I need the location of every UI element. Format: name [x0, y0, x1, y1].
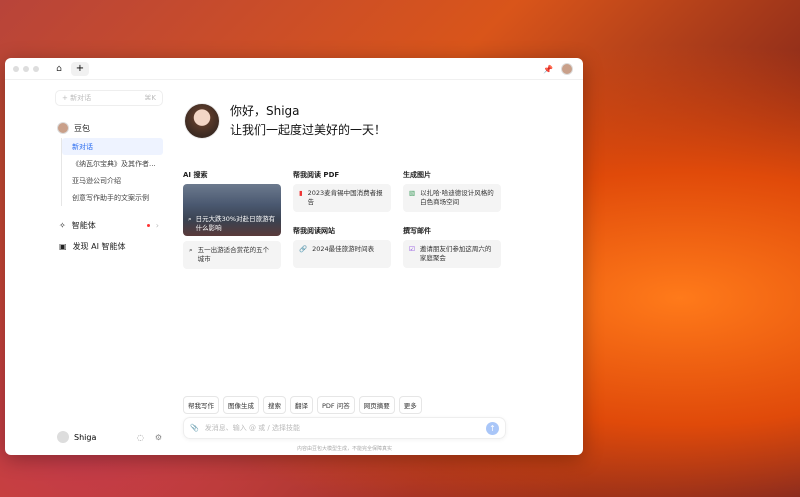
chat-icon[interactable]: ◌	[137, 433, 144, 442]
pdf-section: 帮我阅读 PDF ▮ 2023麦肯锡中国消费者报告 帮我阅读网站 🔗 2024最佳旅…	[293, 170, 391, 268]
tool-image-gen[interactable]: 图像生成	[223, 396, 259, 414]
skill-toolbar: 帮我写作 图像生成 搜索 翻译 PDF 问答 网页摘要 更多	[183, 396, 422, 414]
section-title: AI 搜索	[183, 171, 208, 179]
nav-agents[interactable]: ✧ 智能体 ›	[59, 220, 159, 231]
history-list: 新对话 《纳瓦尔宝典》及其作者... 亚马逊公司介绍 创意写作助手的文案示例	[61, 138, 163, 206]
sparkle-icon: ✧	[59, 221, 66, 230]
section-title: 撰写邮件	[403, 227, 431, 235]
tool-pdf-qa[interactable]: PDF 问答	[317, 396, 355, 414]
tool-search[interactable]: 搜索	[263, 396, 286, 414]
sidebar: + 新对话 ⌘K 豆包 新对话 《纳瓦尔宝典》及其作者... 亚马逊公司介绍 创意…	[5, 80, 170, 455]
suggestion-card[interactable]: 🔗 2024最佳旅游时间表	[293, 240, 391, 268]
card-text: 日元大跌30%对赴日旅游有什么影响	[195, 215, 276, 232]
image-icon: ▧	[409, 189, 416, 197]
store-icon: ▣	[59, 242, 67, 251]
image-section: 生成图片 ▧ 以扎哈·哈迪德设计风格的白色商场空间 撰写邮件 ☑ 邀请朋友们参加这周…	[403, 170, 501, 268]
send-button[interactable]: ↑	[486, 421, 499, 435]
new-chat-button[interactable]: + 新对话 ⌘K	[55, 90, 163, 106]
maximize-dot[interactable]	[33, 65, 39, 72]
card-text: 五一出游适合赏花的五个城市	[197, 246, 270, 263]
tool-web-summary[interactable]: 网页摘要	[358, 396, 395, 414]
greeting: 你好，Shiga 让我们一起度过美好的一天！	[184, 102, 386, 140]
suggestion-card[interactable]: ☑ 邀请朋友们参加这周六的家庭聚会	[403, 240, 501, 268]
bot-doubao[interactable]: 豆包	[57, 122, 90, 134]
attachment-icon[interactable]: 📎	[190, 424, 199, 432]
suggestion-card[interactable]: ▮ 2023麦肯锡中国消费者报告	[293, 184, 391, 212]
chevron-right-icon: ›	[155, 221, 159, 230]
minimize-dot[interactable]	[23, 65, 29, 72]
message-input[interactable]: 📎 发消息、输入 @ 或 / 选择技能 ↑	[183, 417, 506, 439]
suggestion-image-card[interactable]: ⌕ 日元大跌30%对赴日旅游有什么影响	[183, 184, 281, 236]
pdf-icon: ▮	[299, 189, 303, 197]
input-placeholder: 发消息、输入 @ 或 / 选择技能	[204, 424, 300, 432]
suggestion-card[interactable]: ▧ 以扎哈·哈迪德设计风格的白色商场空间	[403, 184, 501, 212]
main-content: 你好，Shiga 让我们一起度过美好的一天！ AI 搜索 ⌕ 日元大跌30%对赴日旅…	[170, 80, 583, 455]
search-icon: ⌕	[189, 246, 193, 254]
link-icon: 🔗	[299, 245, 308, 253]
section-title: 生成图片	[403, 171, 431, 179]
greeting-subtitle: 让我们一起度过美好的一天！	[230, 123, 387, 137]
app-window: ⌂ + 📌 + 新对话 ⌘K 豆包 新对话 《纳瓦尔宝典》及其作者... 亚马逊公…	[5, 58, 583, 455]
tool-more[interactable]: 更多	[398, 396, 422, 414]
user-name: Shiga	[74, 432, 97, 442]
new-tab-button[interactable]: +	[71, 61, 89, 76]
bot-large-avatar	[184, 103, 220, 139]
close-dot[interactable]	[13, 65, 19, 72]
history-item[interactable]: 亚马逊公司介绍	[62, 172, 163, 189]
home-icon[interactable]: ⌂	[51, 64, 67, 74]
section-title: 帮我阅读 PDF	[293, 171, 340, 179]
card-text: 以扎哈·哈迪德设计风格的白色商场空间	[420, 189, 494, 206]
edit-icon: ☑	[409, 245, 415, 253]
pin-icon[interactable]: 📌	[543, 65, 553, 74]
user-profile[interactable]: Shiga ◌ ⚙	[57, 431, 162, 443]
history-item[interactable]: 《纳瓦尔宝典》及其作者...	[62, 155, 163, 172]
bot-name: 豆包	[74, 123, 90, 133]
section-title: 帮我阅读网站	[293, 227, 335, 235]
tool-write[interactable]: 帮我写作	[183, 396, 219, 414]
titlebar: ⌂ + 📌	[5, 58, 583, 80]
gear-icon[interactable]: ⚙	[155, 433, 162, 442]
card-text: 2023麦肯锡中国消费者报告	[307, 189, 383, 206]
shortcut-hint: ⌘K	[144, 94, 156, 102]
search-icon: ⌕	[188, 215, 192, 223]
new-chat-label: 新对话	[70, 94, 92, 102]
greeting-title: 你好，Shiga	[230, 104, 300, 118]
agents-label: 智能体	[71, 221, 96, 230]
history-item[interactable]: 新对话	[62, 138, 163, 155]
card-text: 2024最佳旅游时间表	[312, 245, 375, 253]
card-text: 邀请朋友们参加这周六的家庭聚会	[419, 245, 492, 262]
disclaimer: 内容由豆包大模型生成，不能完全保障真实	[296, 446, 392, 452]
tool-translate[interactable]: 翻译	[290, 396, 313, 414]
discover-label: 发现 AI 智能体	[72, 242, 126, 251]
plus-icon: +	[62, 94, 71, 102]
ai-search-section: AI 搜索 ⌕ 日元大跌30%对赴日旅游有什么影响 ⌕ 五一出游适合赏花的五个城市	[183, 170, 281, 269]
user-avatar	[57, 431, 69, 443]
notification-dot	[146, 224, 150, 227]
history-item[interactable]: 创意写作助手的文案示例	[62, 189, 163, 206]
bot-avatar	[57, 122, 69, 134]
nav-discover[interactable]: ▣ 发现 AI 智能体	[59, 241, 159, 252]
avatar[interactable]	[561, 63, 573, 75]
suggestion-card[interactable]: ⌕ 五一出游适合赏花的五个城市	[183, 241, 281, 269]
